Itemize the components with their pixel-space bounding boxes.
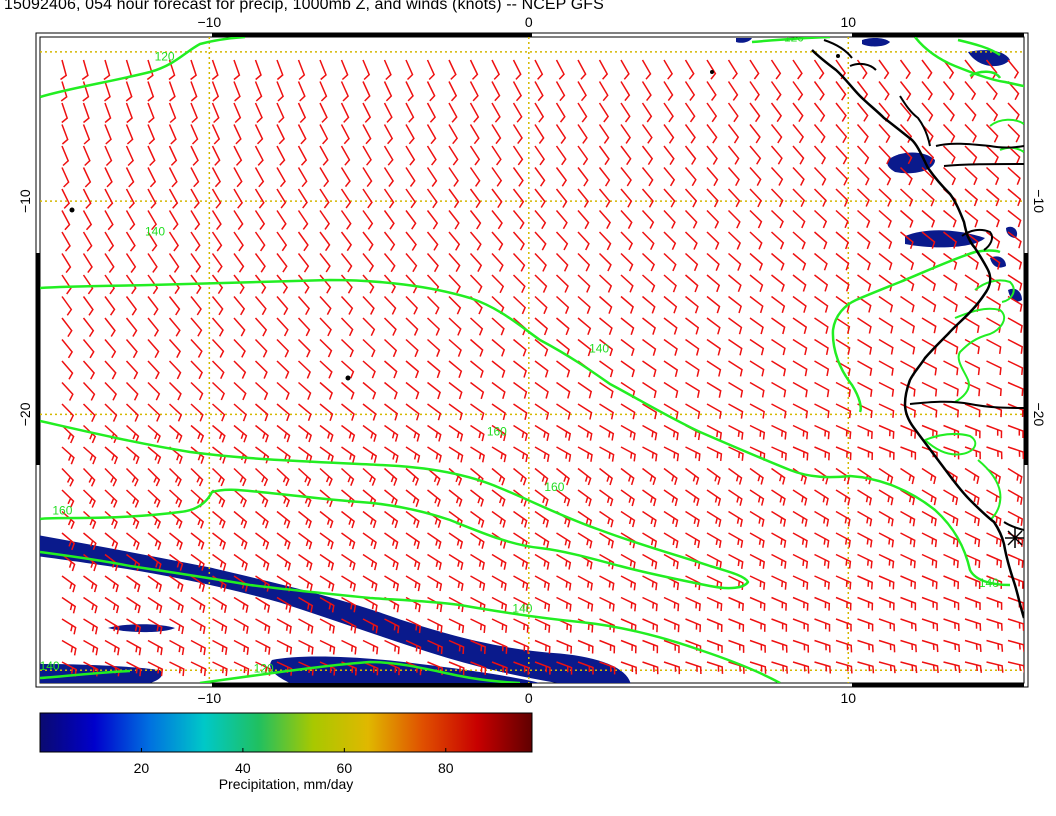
- axis-bar-top: [212, 33, 532, 37]
- axis-bar-top: [852, 33, 1024, 37]
- precip-colorbar: 20 40 60 80 Precipitation, mm/day: [39, 712, 533, 792]
- lat-tick-label-right: −20: [1031, 402, 1047, 426]
- colorbar-tick-label: 60: [337, 760, 353, 776]
- colorbar-tick-label: 80: [438, 760, 454, 776]
- contour-label: 120: [784, 30, 804, 44]
- contour-label: 140: [145, 224, 165, 238]
- map-plot-area: [39, 36, 1025, 684]
- island-3: [710, 70, 714, 74]
- lon-tick-label-bottom: 10: [840, 690, 856, 706]
- forecast-map: 120 120 140 140 160 160 160 140 140 120 140 −10 −10…: [17, 14, 1047, 792]
- axis-bar-left: [36, 253, 40, 465]
- colorbar-ramp: [39, 712, 533, 753]
- colorbar-tick-label: 20: [134, 760, 150, 776]
- lon-tick-label-top: 10: [840, 14, 856, 30]
- axis-bar-right: [1024, 253, 1028, 465]
- island-4: [836, 54, 840, 58]
- contour-label: 120: [155, 49, 175, 63]
- lat-tick-label-left: −20: [17, 402, 33, 426]
- contour-label: 140: [40, 659, 60, 673]
- lon-tick-label-top: 0: [525, 14, 533, 30]
- lat-tick-label-right: −10: [1031, 189, 1047, 213]
- contour-label: 160: [544, 480, 564, 494]
- axis-bar-bottom: [212, 683, 532, 687]
- axis-bar-bottom: [852, 683, 1024, 687]
- contour-label: 140: [512, 602, 532, 616]
- contour-label: 140: [589, 342, 609, 356]
- colorbar-tick-label: 40: [235, 760, 251, 776]
- island-2: [345, 375, 351, 381]
- colorbar-label: Precipitation, mm/day: [219, 776, 354, 792]
- island-1: [69, 207, 75, 213]
- lon-tick-label-bottom: −10: [197, 690, 221, 706]
- station-marker: [1005, 528, 1024, 548]
- lat-tick-label-left: −10: [17, 189, 33, 213]
- contour-label: 140: [979, 576, 999, 590]
- contour-label: 120: [254, 661, 274, 675]
- lon-tick-label-top: −10: [197, 14, 221, 30]
- contour-label: 160: [52, 504, 72, 518]
- lon-tick-label-bottom: 0: [525, 690, 533, 706]
- contour-label: 160: [487, 425, 507, 439]
